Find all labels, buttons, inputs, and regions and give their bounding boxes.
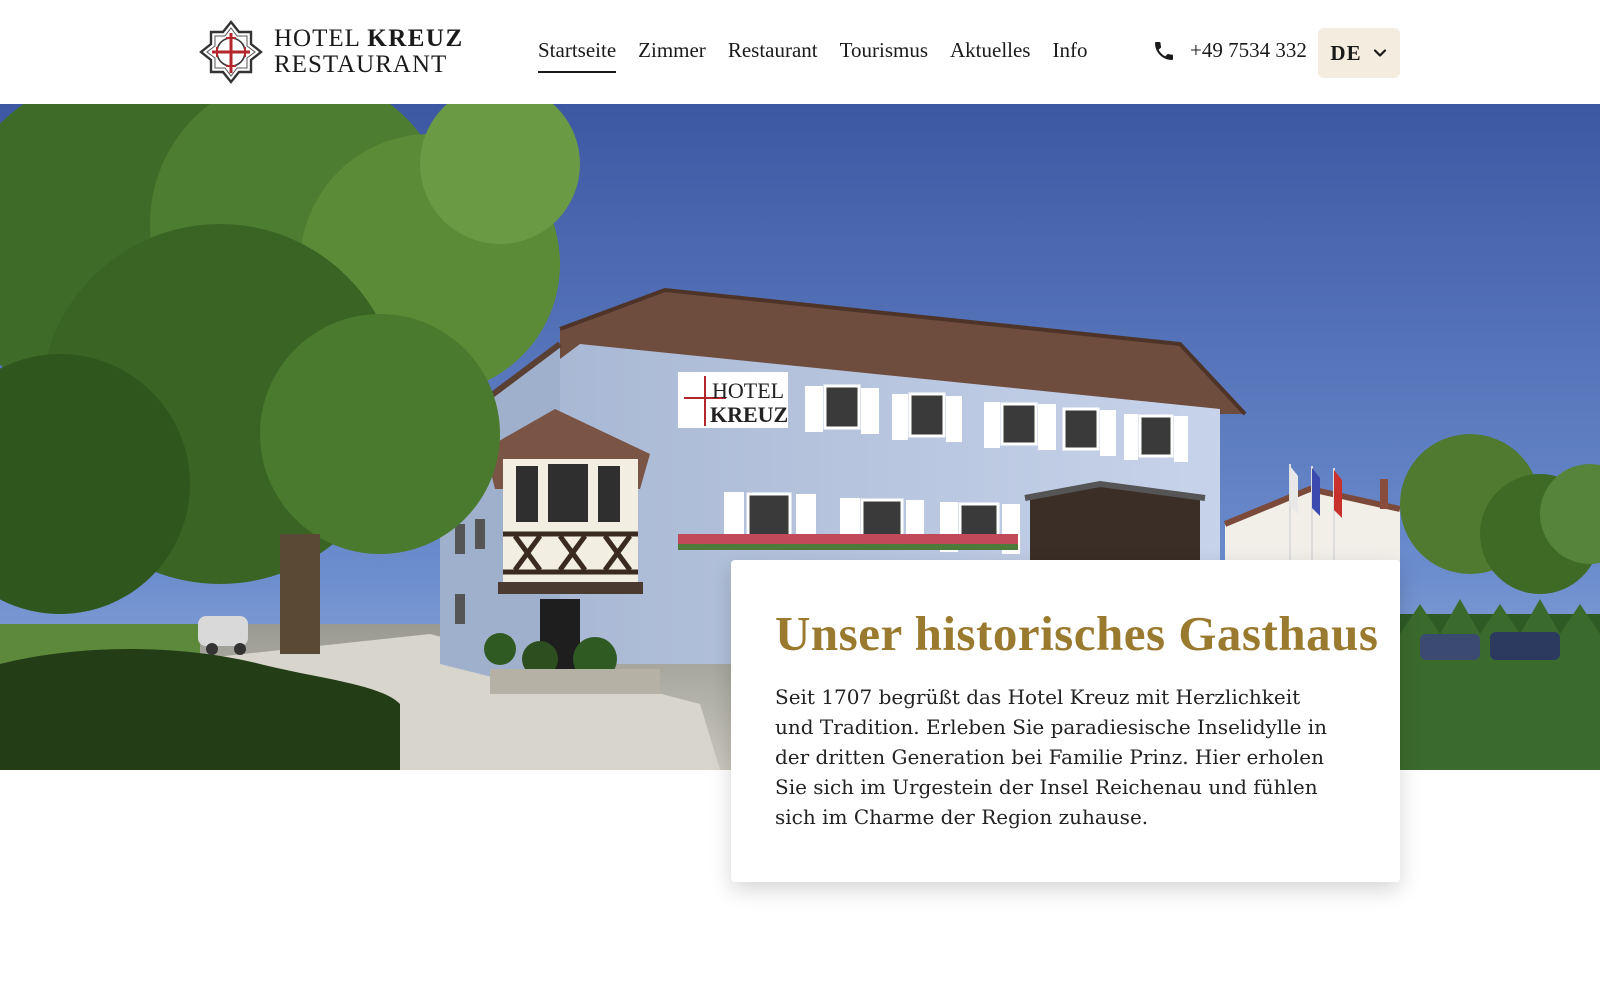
phone-link[interactable]: +49 7534 332: [1152, 38, 1307, 63]
intro-text: Seit 1707 begrüßt das Hotel Kreuz mit He…: [775, 685, 1328, 829]
language-selector[interactable]: DE: [1318, 28, 1400, 78]
main-navigation: Startseite Zimmer Restaurant Tourismus A…: [538, 34, 1109, 73]
nav-item-restaurant[interactable]: Restaurant: [728, 34, 818, 73]
intro-title: Unser historisches Gasthaus: [775, 606, 1379, 661]
hero-sign-hotel: HOTEL: [712, 378, 784, 403]
chevron-down-icon: [1373, 49, 1386, 57]
language-selected: DE: [1330, 40, 1362, 65]
logo-restaurant-text: RESTAURANT: [274, 51, 448, 78]
logo-kreuz-text: KREUZ: [367, 25, 464, 52]
cross-emblem-icon: [199, 20, 263, 84]
phone-icon: [1155, 41, 1173, 60]
phone-number: +49 7534 332: [1190, 38, 1307, 62]
logo-link[interactable]: HOTEL KREUZ RESTAURANT: [198, 19, 462, 85]
site-header: HOTEL KREUZ RESTAURANT Startseite Zimmer…: [0, 0, 1600, 104]
logo-wordmark: HOTEL KREUZ RESTAURANT: [274, 26, 464, 78]
hero-sign-kreuz: KREUZ: [710, 402, 788, 427]
nav-item-aktuelles[interactable]: Aktuelles: [950, 34, 1030, 73]
nav-item-zimmer[interactable]: Zimmer: [638, 34, 706, 73]
intro-card: Unser historisches Gasthaus Seit 1707 be…: [731, 560, 1400, 882]
logo-hotel-text: HOTEL: [274, 25, 360, 52]
nav-item-info[interactable]: Info: [1052, 34, 1087, 73]
nav-item-tourismus[interactable]: Tourismus: [840, 34, 928, 73]
nav-item-startseite[interactable]: Startseite: [538, 34, 617, 73]
